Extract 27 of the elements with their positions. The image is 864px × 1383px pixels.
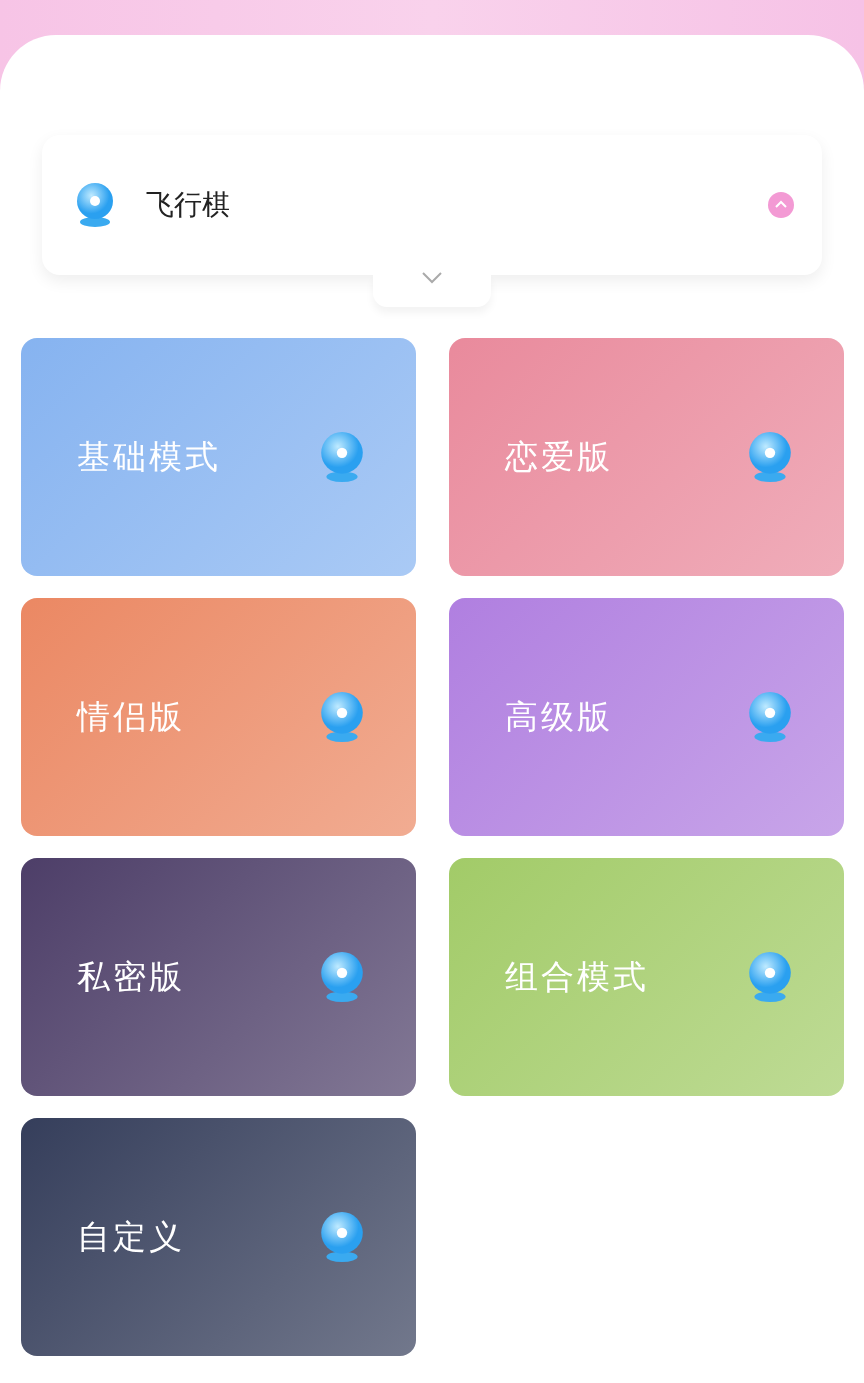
mode-label: 私密版 <box>77 956 185 999</box>
mode-card[interactable]: 私密版 <box>21 858 416 1096</box>
mode-card[interactable]: 自定义 <box>21 1118 416 1356</box>
chevron-up-icon[interactable] <box>768 192 794 218</box>
mode-label: 组合模式 <box>505 956 649 999</box>
webcam-icon <box>748 691 792 743</box>
mode-label: 高级版 <box>505 696 613 739</box>
chevron-down-icon[interactable] <box>421 271 443 285</box>
webcam-icon <box>320 951 364 1003</box>
webcam-icon <box>748 951 792 1003</box>
mode-label: 自定义 <box>77 1216 185 1259</box>
webcam-icon <box>320 431 364 483</box>
expand-tab[interactable] <box>373 275 491 307</box>
mode-card[interactable]: 基础模式 <box>21 338 416 576</box>
webcam-icon <box>748 431 792 483</box>
game-selector[interactable]: 飞行棋 <box>42 135 822 275</box>
mode-label: 基础模式 <box>77 436 221 479</box>
mode-card[interactable]: 组合模式 <box>449 858 844 1096</box>
webcam-icon <box>74 182 116 228</box>
mode-card[interactable]: 恋爱版 <box>449 338 844 576</box>
game-title: 飞行棋 <box>146 187 231 223</box>
mode-card[interactable]: 高级版 <box>449 598 844 836</box>
webcam-icon <box>320 691 364 743</box>
mode-label: 恋爱版 <box>505 436 613 479</box>
mode-label: 情侣版 <box>77 696 185 739</box>
mode-card[interactable]: 情侣版 <box>21 598 416 836</box>
webcam-icon <box>320 1211 364 1263</box>
